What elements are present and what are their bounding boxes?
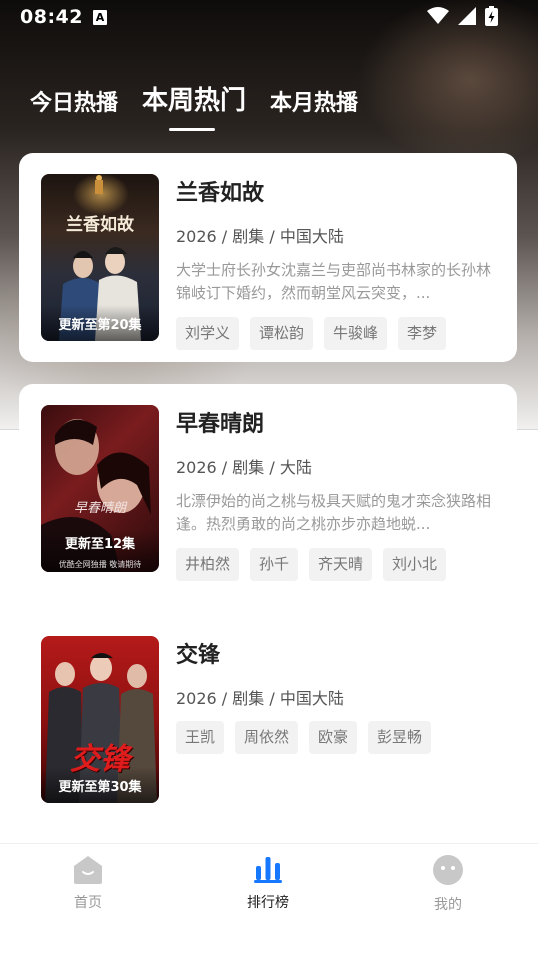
drama-card[interactable]: 交锋 更新至第30集 交锋 2026 / 剧集 / 中国大陆 王凯 周依然 欧豪… [19,615,517,824]
status-icons [427,6,498,26]
actor-tag[interactable]: 欧豪 [309,721,358,754]
drama-title: 兰香如故 [176,181,265,206]
ranking-icon [254,857,282,883]
poster-title: 兰香如故 [66,215,134,235]
nav-profile[interactable]: 我的 [398,854,498,914]
drama-meta: 2026 / 剧集 / 大陆 [176,458,312,477]
actor-list: 刘学义 谭松韵 牛骏峰 李梦 [176,317,494,350]
actor-list: 王凯 周依然 欧豪 彭昱畅 [176,721,494,754]
tab-today[interactable]: 今日热播 [30,85,118,117]
actor-tag[interactable]: 刘学义 [176,317,240,350]
nav-profile-label: 我的 [434,897,462,913]
actor-tag[interactable]: 谭松韵 [250,317,314,350]
home-icon [74,856,102,884]
status-time: 08:42 [20,6,83,28]
ranking-tabs: 今日热播 本周热门 本月热播 [30,80,382,117]
poster-title: 早春晴朗 [73,501,126,516]
tab-indicator [169,128,215,131]
status-bar: 08:42 A [0,0,538,34]
drama-card[interactable]: 兰香如故 更新至第20集 兰香如故 2026 / 剧集 / 中国大陆 大学士府长… [19,153,517,362]
actor-list: 井柏然 孙千 齐天晴 刘小北 [176,548,494,581]
update-badge: 更新至第20集 [41,305,159,341]
actor-tag[interactable]: 齐天晴 [309,548,373,581]
tab-week[interactable]: 本周热门 [142,80,246,117]
update-badge: 更新至第30集 [41,767,159,803]
actor-tag[interactable]: 彭昱畅 [368,721,432,754]
drama-meta: 2026 / 剧集 / 中国大陆 [176,689,344,708]
wifi-icon [427,7,449,24]
actor-tag[interactable]: 孙千 [250,548,299,581]
tab-month[interactable]: 本月热播 [270,85,358,117]
update-badge: 更新至12集 优酷全网独播 敬请期待 [41,530,159,572]
drama-title: 早春晴朗 [176,412,265,437]
drama-meta: 2026 / 剧集 / 中国大陆 [176,227,344,246]
drama-description: 大学士府长孙女沈嘉兰与吏部尚书林家的长孙林锦岐订下婚约，然而朝堂风云突变，... [176,261,492,302]
bottom-nav: 首页 排行榜 我的 [0,843,538,960]
battery-icon [485,6,498,26]
poster-image[interactable]: 兰香如故 更新至第20集 [41,174,159,341]
actor-tag[interactable]: 刘小北 [383,548,447,581]
poster-subtitle: 优酷全网独播 敬请期待 [58,560,142,569]
poster-image[interactable]: 早春晴朗 更新至12集 优酷全网独播 敬请期待 [41,405,159,572]
nav-home-label: 首页 [74,895,102,911]
actor-tag[interactable]: 周依然 [235,721,299,754]
drama-card[interactable]: 早春晴朗 更新至12集 优酷全网独播 敬请期待 早春晴朗 2026 / 剧集 /… [19,384,517,593]
profile-icon [433,855,463,885]
nav-ranking[interactable]: 排行榜 [218,854,318,912]
actor-tag[interactable]: 王凯 [176,721,225,754]
notification-icon: A [92,9,107,25]
nav-ranking-label: 排行榜 [247,895,289,911]
actor-tag[interactable]: 井柏然 [176,548,240,581]
nav-home[interactable]: 首页 [38,854,138,912]
drama-title: 交锋 [176,643,221,668]
poster-image[interactable]: 交锋 更新至第30集 [41,636,159,803]
update-text: 更新至12集 [64,537,136,552]
signal-icon [458,7,476,25]
actor-tag[interactable]: 李梦 [398,317,447,350]
drama-description: 北漂伊始的尚之桃与极具天赋的鬼才栾念狭路相逢。热烈勇敢的尚之桃亦步亦趋地蜕... [176,492,492,533]
actor-tag[interactable]: 牛骏峰 [324,317,388,350]
